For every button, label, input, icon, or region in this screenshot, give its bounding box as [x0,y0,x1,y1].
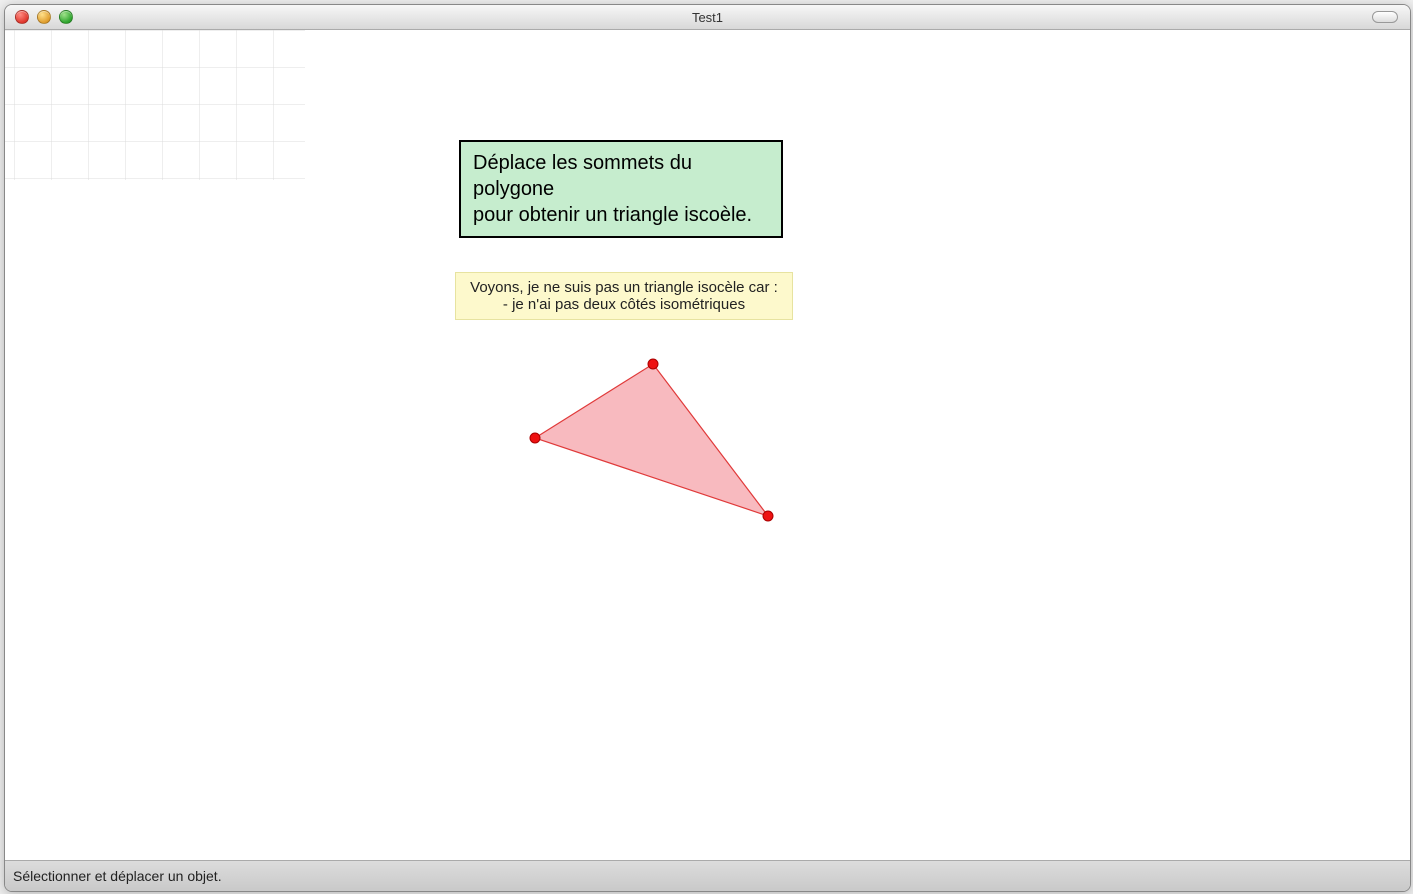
vertex-a[interactable] [530,433,540,443]
status-bar: Sélectionner et déplacer un objet. [5,860,1410,891]
vertex-b[interactable] [648,359,658,369]
vertex-c[interactable] [763,511,773,521]
geometry-canvas[interactable]: Déplace les sommets du polygone pour obt… [5,30,1410,860]
app-window: Test1 Déplace les sommets du polygone po… [4,4,1411,892]
triangle-polygon[interactable] [535,364,768,516]
toolbar-toggle-icon[interactable] [1372,11,1398,23]
feedback-box: Voyons, je ne suis pas un triangle isocè… [455,272,793,320]
instruction-box: Déplace les sommets du polygone pour obt… [459,140,783,238]
minimize-icon[interactable] [37,10,51,24]
close-icon[interactable] [15,10,29,24]
window-controls [15,10,73,24]
status-text: Sélectionner et déplacer un objet. [13,868,222,884]
window-title: Test1 [5,10,1410,25]
zoom-icon[interactable] [59,10,73,24]
title-bar[interactable]: Test1 [5,5,1410,30]
